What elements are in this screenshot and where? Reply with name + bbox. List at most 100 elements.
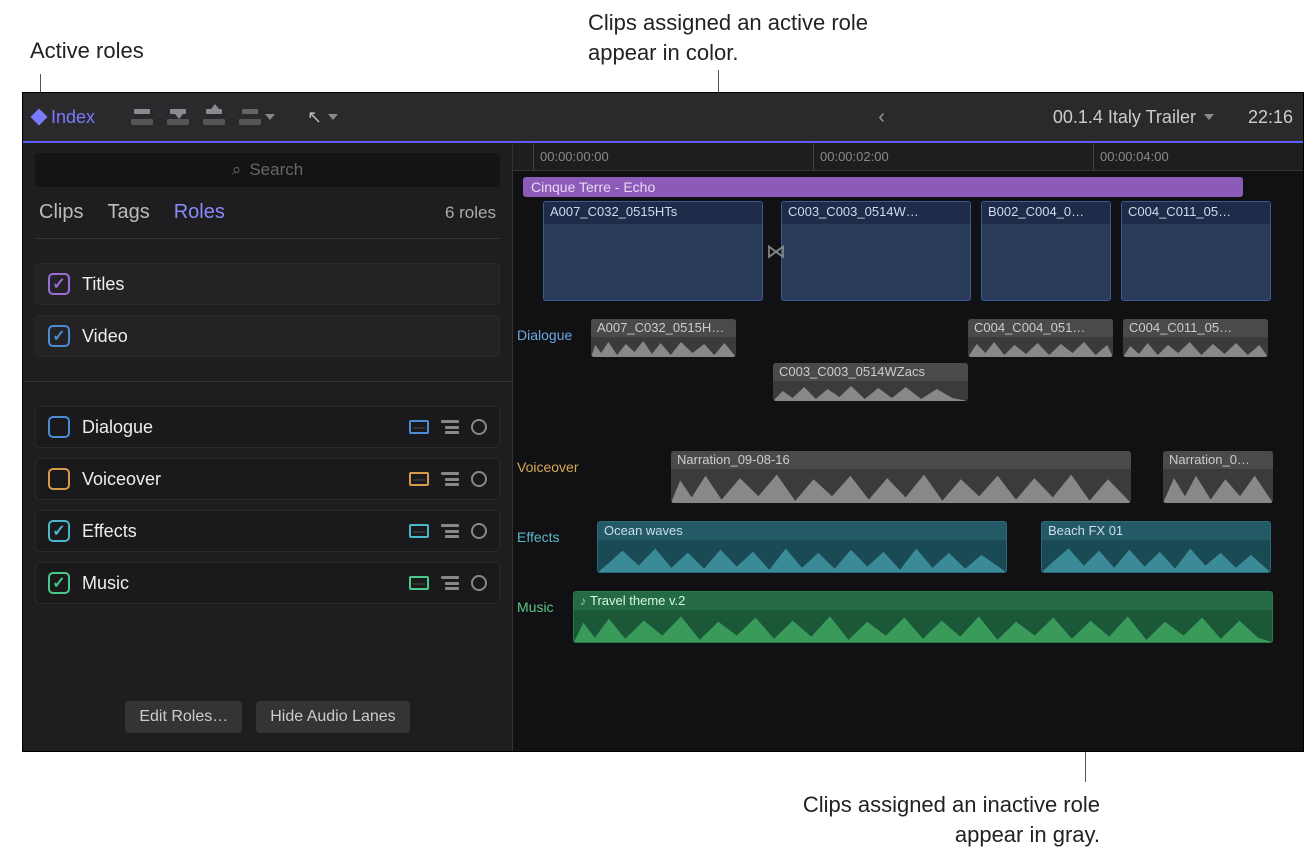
title-clip[interactable]: Cinque Terre - Echo [523,177,1243,197]
audio-clip[interactable]: C004_C011_05… [1123,319,1268,357]
transition-icon[interactable]: ⋈ [760,239,792,263]
search-input[interactable]: ⌕ Search [35,153,500,187]
video-clip-label: B002_C004_0… [982,202,1110,224]
tool-append-icon[interactable] [203,109,225,125]
timeline-back-button[interactable]: ‹ [866,106,897,129]
app-window: Index ↖ ‹ 00.1.4 Italy Trailer 22:16 ⌕ S… [22,92,1304,752]
audio-clip-label: Beach FX 01 [1042,522,1270,540]
lane-toggle-icon[interactable] [409,472,429,486]
role-checkbox[interactable] [48,273,70,295]
tool-insert-icon[interactable] [167,109,189,125]
focus-icon[interactable] [471,419,487,435]
role-checkbox[interactable] [48,468,70,490]
audio-clip[interactable]: Beach FX 01 [1041,521,1271,573]
role-name: Dialogue [82,417,153,438]
role-row-dialogue[interactable]: Dialogue [35,406,500,448]
edit-roles-button[interactable]: Edit Roles… [125,701,242,733]
role-row-titles[interactable]: Titles [35,263,500,305]
tool-pointer-menu[interactable]: ↖ [307,107,338,128]
tool-overwrite-icon[interactable] [239,109,261,125]
project-title-menu[interactable]: 00.1.4 Italy Trailer [1053,107,1214,128]
lane-toggle-icon[interactable] [409,420,429,434]
audio-clip[interactable]: ♪ Travel theme v.2 [573,591,1273,643]
audio-clip-label: C003_C003_0514WZacs [773,363,968,381]
ruler-tick: 00:00:00:00 [533,143,609,170]
timecode-readout: 22:16 [1248,107,1293,128]
tab-tags[interactable]: Tags [107,201,149,224]
sublanes-icon[interactable] [441,420,459,434]
sublanes-icon[interactable] [441,576,459,590]
toolbar: Index ↖ ‹ 00.1.4 Italy Trailer 22:16 [23,93,1303,143]
audio-clip[interactable]: Narration_09-08-16 [671,451,1131,503]
role-row-effects[interactable]: Effects [35,510,500,552]
index-diamond-icon [31,109,48,126]
video-clip-label: C004_C011_05… [1122,202,1270,224]
index-tabs: Clips Tags Roles 6 roles [35,195,500,239]
focus-icon[interactable] [471,471,487,487]
audio-clip-label: Narration_09-08-16 [671,451,1131,469]
search-icon: ⌕ [232,160,242,180]
sublanes-icon[interactable] [441,472,459,486]
hide-audio-lanes-button[interactable]: Hide Audio Lanes [256,701,409,733]
toolbar-icons [131,109,261,125]
video-clip[interactable]: A007_C032_0515HTs [543,201,763,301]
audio-clip[interactable]: Ocean waves [597,521,1007,573]
focus-icon[interactable] [471,523,487,539]
audio-clip[interactable]: C004_C004_051… [968,319,1113,357]
sublanes-icon[interactable] [441,524,459,538]
role-checkbox[interactable] [48,572,70,594]
audio-clip-label: Ocean waves [598,522,1006,540]
audio-clip[interactable]: Narration_0… [1163,451,1273,503]
audio-clip-label: C004_C011_05… [1123,319,1268,337]
audio-clip-label: A007_C032_0515H… [591,319,736,337]
lane-effects: Effects Ocean waves Beach FX 01 [513,521,1303,577]
role-row-voiceover[interactable]: Voiceover [35,458,500,500]
video-clip[interactable]: C004_C011_05… [1121,201,1271,301]
sidebar-footer: Edit Roles… Hide Audio Lanes [35,701,500,741]
audio-clip-label: Narration_0… [1163,451,1273,469]
music-note-icon: ♪ [580,594,586,608]
annotation-active-roles: Active roles [30,36,144,66]
annotation-inactive-clips: Clips assigned an inactive role appear i… [790,790,1100,849]
role-count: 6 roles [445,203,496,223]
audio-clip-label-text: Travel theme v.2 [590,593,685,608]
audio-clip-label: C004_C004_051… [968,319,1113,337]
timeline[interactable]: 00:00:00:00 00:00:02:00 00:00:04:00 Cinq… [513,143,1303,751]
pointer-icon: ↖ [307,107,322,128]
role-checkbox[interactable] [48,325,70,347]
role-name: Titles [82,274,124,295]
lane-label: Effects [517,529,560,545]
role-checkbox[interactable] [48,416,70,438]
role-name: Effects [82,521,137,542]
annotation-active-clips: Clips assigned an active role appear in … [588,8,908,67]
tab-clips[interactable]: Clips [39,201,83,224]
role-row-music[interactable]: Music [35,562,500,604]
search-placeholder: Search [249,160,303,180]
video-clip-label: A007_C032_0515HTs [544,202,762,224]
timeline-ruler[interactable]: 00:00:00:00 00:00:02:00 00:00:04:00 [513,143,1303,171]
audio-clip-label: ♪ Travel theme v.2 [574,592,1272,610]
role-name: Voiceover [82,469,161,490]
title-clip-label: Cinque Terre - Echo [531,179,655,195]
lane-dialogue: Dialogue A007_C032_0515H… C003_C003_0514… [513,319,1303,405]
audio-clip[interactable]: C003_C003_0514WZacs [773,363,968,401]
divider [23,381,512,382]
index-button[interactable]: Index [33,107,95,128]
index-panel: ⌕ Search Clips Tags Roles 6 roles Titles… [23,143,513,751]
lane-label: Voiceover [517,459,578,475]
lane-toggle-icon[interactable] [409,524,429,538]
roles-list: Titles Video Dialogue [35,263,500,604]
video-clip-label: C003_C003_0514W… [782,202,970,224]
role-row-video[interactable]: Video [35,315,500,357]
chevron-down-icon [1204,114,1214,120]
video-clip[interactable]: C003_C003_0514W… [781,201,971,301]
lane-voiceover: Voiceover Narration_09-08-16 Narration_0… [513,451,1303,507]
tool-connect-icon[interactable] [131,109,153,125]
role-checkbox[interactable] [48,520,70,542]
lane-label: Music [517,599,554,615]
video-clip[interactable]: B002_C004_0… [981,201,1111,301]
lane-toggle-icon[interactable] [409,576,429,590]
audio-clip[interactable]: A007_C032_0515H… [591,319,736,357]
tab-roles[interactable]: Roles [174,201,225,224]
focus-icon[interactable] [471,575,487,591]
